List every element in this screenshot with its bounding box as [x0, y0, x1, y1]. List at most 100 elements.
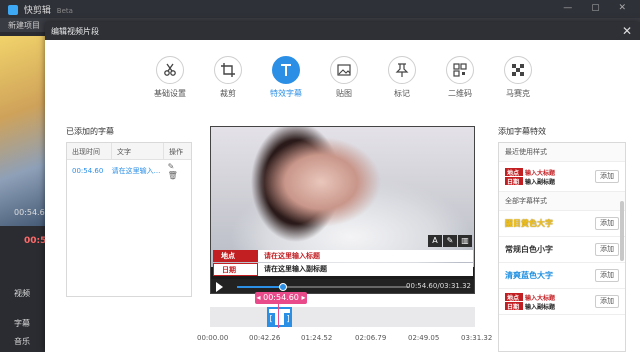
- mini-tag: 日期: [505, 302, 523, 311]
- style-sample: 清爽蓝色大字: [505, 271, 553, 280]
- all-styles-label: 全部字幕样式: [499, 192, 625, 211]
- window-controls[interactable]: — ▢ ✕: [563, 3, 634, 13]
- tab-crop[interactable]: 裁剪: [203, 56, 253, 99]
- tick-label: 01:24.52: [301, 334, 333, 342]
- timeline-marker[interactable]: ◂ 00:54.60 ▸: [255, 292, 307, 304]
- add-button[interactable]: 添加: [595, 295, 619, 308]
- tick-label: 00:42.26: [249, 334, 281, 342]
- edit-clip-dialog: 编辑视频片段 ✕ 基础设置 裁剪 特效字幕 贴图 标记 二维码 马赛克 已添加的…: [45, 22, 640, 352]
- clip-start-handle[interactable]: [: [267, 313, 275, 325]
- recent-styles-label: 最近使用样式: [499, 143, 625, 162]
- tab-label: 二维码: [448, 89, 472, 98]
- caption-title[interactable]: 地点 请在这里输入标题: [213, 250, 473, 262]
- column-header: 文字: [112, 143, 164, 159]
- caption-title-text: 请在这里输入标题: [264, 252, 320, 260]
- add-button[interactable]: 添加: [595, 170, 619, 183]
- tick-label: 00:00.00: [197, 334, 229, 342]
- tick-label: 02:49.05: [408, 334, 440, 342]
- list-item[interactable]: 地点 输入大标题 日期 输入副标题 添加: [499, 162, 625, 192]
- playhead: [278, 304, 279, 328]
- tab-mosaic[interactable]: 马赛克: [493, 56, 543, 99]
- caption-tools: A ✎ ▥: [427, 235, 472, 247]
- mosaic-icon: [512, 64, 524, 76]
- tab-marker[interactable]: 标记: [377, 56, 427, 99]
- seek-bar[interactable]: [237, 283, 409, 291]
- add-button[interactable]: 添加: [595, 243, 619, 256]
- mini-title: 输入大标题: [523, 168, 556, 177]
- tick-label: 03:31.32: [461, 334, 493, 342]
- table-row[interactable]: 00:54.60 请在这里输入... ✎🗑: [67, 160, 191, 182]
- seek-fill: [237, 286, 284, 288]
- qrcode-icon: [453, 63, 467, 77]
- pin-icon: [395, 63, 409, 77]
- time-display: 00:54.60/03:31.32: [406, 282, 471, 290]
- list-item[interactable]: 常规白色小字 添加: [499, 237, 625, 263]
- dialog-title: 编辑视频片段: [51, 27, 99, 36]
- subtitle-time: 00:54.60: [72, 167, 104, 175]
- tab-qrcode[interactable]: 二维码: [435, 56, 485, 99]
- mini-tag: 日期: [505, 177, 523, 186]
- scrollbar[interactable]: [620, 201, 624, 261]
- caret-left-icon: ◂: [256, 293, 261, 302]
- trash-icon[interactable]: 🗑: [168, 171, 182, 180]
- caption-tag: 日期: [213, 263, 258, 276]
- style-preview: 地点 输入大标题 日期 输入副标题: [505, 293, 567, 311]
- mini-subtitle: 输入副标题: [523, 302, 556, 311]
- timeline-strip[interactable]: [ ]: [210, 307, 475, 327]
- app-title-suffix: Beta: [56, 7, 73, 15]
- side-item-music[interactable]: 音乐: [14, 336, 30, 347]
- side-item-subtitle[interactable]: 字幕: [14, 318, 30, 329]
- tab-label: 特效字幕: [270, 89, 302, 98]
- style-sample: 常规白色小字: [505, 245, 553, 254]
- tab-label: 贴图: [336, 89, 352, 98]
- mini-title: 输入大标题: [523, 293, 556, 302]
- caption-tag: 地点: [213, 250, 258, 262]
- player-controls: 00:54.60/03:31.32: [211, 279, 474, 293]
- tab-effect-subtitle[interactable]: 特效字幕: [261, 56, 311, 99]
- add-button[interactable]: 添加: [595, 269, 619, 282]
- tab-label: 裁剪: [220, 89, 236, 98]
- new-project-button[interactable]: 新建项目: [8, 21, 40, 30]
- list-item[interactable]: 醒目黄色大字 添加: [499, 211, 625, 237]
- close-icon[interactable]: ✕: [622, 24, 632, 38]
- tool-tabs: 基础设置 裁剪 特效字幕 贴图 标记 二维码 马赛克: [145, 56, 545, 116]
- tab-label: 基础设置: [154, 89, 186, 98]
- dialog-titlebar: 编辑视频片段 ✕: [45, 22, 640, 40]
- list-item[interactable]: 地点 输入大标题 日期 输入副标题 添加: [499, 289, 625, 315]
- seek-handle[interactable]: [279, 283, 288, 291]
- edit-icon[interactable]: ✎: [168, 162, 179, 171]
- scissors-icon: [164, 63, 176, 76]
- mini-subtitle: 输入副标题: [523, 177, 556, 186]
- tab-label: 标记: [394, 89, 410, 98]
- trash-icon[interactable]: ▥: [458, 235, 472, 247]
- tab-basic-settings[interactable]: 基础设置: [145, 56, 195, 99]
- mini-tag: 地点: [505, 168, 523, 177]
- column-header: 出现时间: [67, 143, 112, 159]
- play-icon[interactable]: [216, 282, 223, 292]
- crop-icon: [221, 63, 235, 77]
- style-preview: 地点 输入大标题 日期 输入副标题: [505, 168, 567, 186]
- caption-subtitle[interactable]: 日期 请在这里输入副标题: [213, 263, 473, 276]
- timeline-clip[interactable]: [ ]: [267, 307, 292, 327]
- text-icon: [281, 64, 291, 76]
- column-header: 操作: [169, 148, 183, 156]
- tab-sticker[interactable]: 贴图: [319, 56, 369, 99]
- clip-end-handle[interactable]: ]: [284, 313, 292, 325]
- side-item-video[interactable]: 视频: [14, 288, 30, 299]
- app-logo-icon: [8, 5, 18, 15]
- add-button[interactable]: 添加: [595, 217, 619, 230]
- image-icon: [337, 64, 351, 76]
- app-titlebar: 快剪辑 Beta — ▢ ✕: [0, 0, 640, 18]
- subtitle-list-header: 出现时间 文字 操作: [67, 143, 191, 160]
- app-preview-thumbnail: [0, 36, 45, 226]
- list-item[interactable]: 清爽蓝色大字 添加: [499, 263, 625, 289]
- font-icon[interactable]: A: [428, 235, 442, 247]
- video-preview: A ✎ ▥ 地点 请在这里输入标题 日期 请在这里输入副标题 00:54.60/…: [210, 126, 475, 294]
- subtitle-effects-title: 添加字幕特效: [498, 127, 546, 136]
- edit-icon[interactable]: ✎: [443, 235, 457, 247]
- timeline-marker-time: 00:54.60: [263, 293, 299, 302]
- effects-list: 最近使用样式 地点 输入大标题 日期 输入副标题 添加 全部字幕样式 醒目黄色大字 …: [498, 142, 626, 352]
- added-subtitles-title: 已添加的字幕: [66, 127, 114, 136]
- mini-tag: 地点: [505, 293, 523, 302]
- style-sample: 醒目黄色大字: [505, 219, 553, 228]
